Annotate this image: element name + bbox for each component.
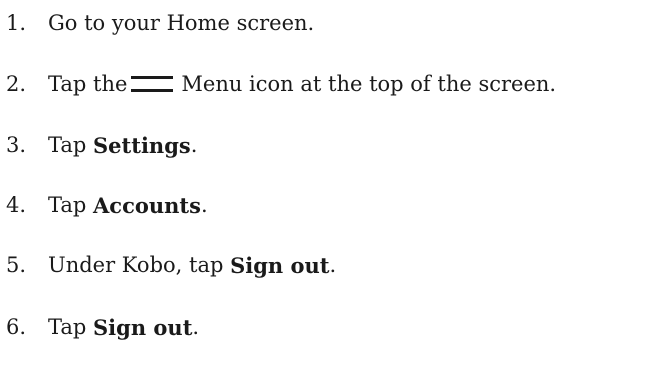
menu-icon: [131, 74, 174, 94]
step-text-post: .: [190, 133, 198, 157]
step-number: 2.: [6, 72, 27, 96]
step-text-pre: Tap: [48, 193, 94, 217]
step-text-pre: Under Kobo, tap: [48, 253, 231, 277]
step-text: Under Kobo, tap Sign out.: [48, 253, 336, 278]
step-number: 4.: [6, 193, 27, 217]
step-4: 4. Tap Accounts.: [0, 190, 208, 220]
step-text-pre: Tap the: [48, 72, 128, 96]
step-text-bold: Settings: [93, 132, 191, 158]
step-text: Tap the Menu icon at the top of the scre…: [48, 72, 556, 96]
step-text-post: Menu icon at the top of the screen.: [181, 72, 557, 96]
step-3: 3. Tap Settings.: [0, 130, 197, 160]
step-text-pre: Go to your Home screen.: [48, 11, 315, 35]
step-text-pre: Tap: [48, 133, 94, 157]
step-number: 1.: [6, 11, 27, 35]
step-text: Go to your Home screen.: [48, 11, 314, 35]
step-text-bold: Sign out: [93, 314, 193, 340]
step-2: 2. Tap the Menu icon at the top of the s…: [0, 69, 556, 99]
step-text-bold: Sign out: [230, 252, 330, 278]
step-number: 6.: [6, 315, 27, 339]
instructions-page: 1. Go to your Home screen. 2. Tap the Me…: [0, 0, 645, 373]
step-text: Tap Settings.: [48, 133, 197, 158]
step-text-bold: Accounts: [93, 192, 201, 218]
step-text-post: .: [329, 253, 337, 277]
step-6: 6. Tap Sign out.: [0, 312, 199, 342]
step-number: 5.: [6, 253, 27, 277]
step-1: 1. Go to your Home screen.: [0, 8, 314, 38]
step-text-pre: Tap: [48, 315, 94, 339]
step-text-post: .: [200, 193, 208, 217]
step-text-post: .: [192, 315, 200, 339]
step-5: 5. Under Kobo, tap Sign out.: [0, 250, 336, 280]
step-text: Tap Accounts.: [48, 193, 208, 218]
step-number: 3.: [6, 133, 27, 157]
step-text: Tap Sign out.: [48, 315, 199, 340]
